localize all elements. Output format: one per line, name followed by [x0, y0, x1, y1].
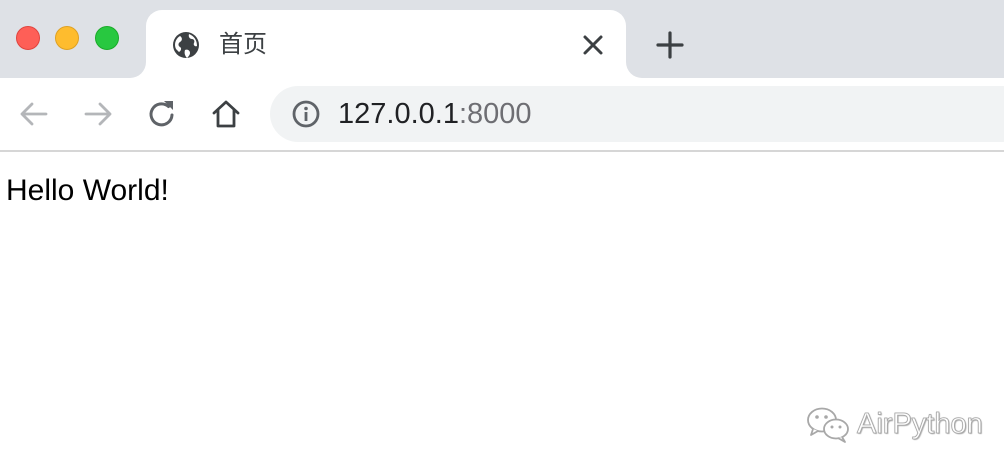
close-icon[interactable] [580, 32, 606, 58]
window-minimize-button[interactable] [55, 26, 79, 50]
arrow-right-icon[interactable] [81, 97, 115, 131]
globe-icon [173, 32, 199, 58]
url-text[interactable]: 127.0.0.1:8000 [338, 98, 532, 130]
tab-active[interactable]: 首页 [146, 10, 626, 78]
window-maximize-button[interactable] [95, 26, 119, 50]
url-port: :8000 [458, 98, 532, 130]
address-bar[interactable]: 127.0.0.1:8000 [270, 86, 1004, 142]
reload-icon[interactable] [145, 97, 179, 131]
url-host: 127.0.0.1 [338, 98, 459, 130]
tab-strip: 首页 [0, 0, 1004, 78]
body-text: Hello World! [6, 174, 169, 207]
plus-icon[interactable] [655, 30, 685, 60]
browser-window: 首页 127.0.0.1:8000 Hello World! AirPython [0, 0, 1004, 470]
browser-toolbar: 127.0.0.1:8000 [0, 78, 1004, 152]
watermark-text: AirPython [857, 407, 984, 440]
watermark: AirPython [805, 404, 983, 444]
wechat-icon [807, 407, 849, 443]
tab-title: 首页 [219, 30, 267, 58]
info-icon[interactable] [291, 99, 321, 129]
home-icon[interactable] [209, 97, 243, 131]
arrow-left-icon[interactable] [17, 97, 51, 131]
window-close-button[interactable] [16, 26, 40, 50]
